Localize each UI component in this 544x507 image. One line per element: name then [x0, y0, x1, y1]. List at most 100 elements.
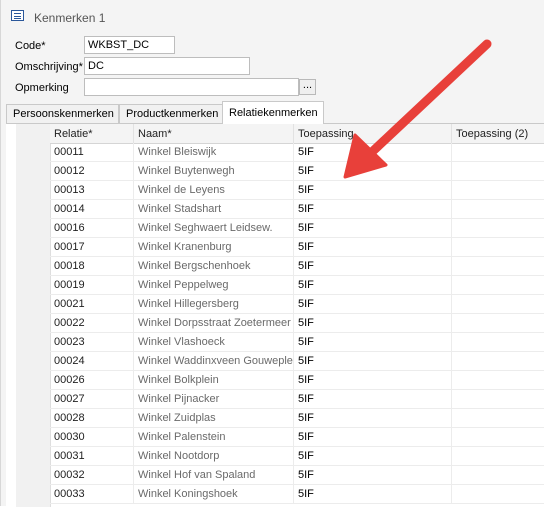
tab-persoonskenmerken[interactable]: Persoonskenmerken — [6, 104, 119, 123]
table-row[interactable]: 00014 Winkel Stadshart 5IF — [50, 200, 544, 219]
table-row[interactable]: 00012 Winkel Buytenwegh 5IF — [50, 162, 544, 181]
table-row[interactable]: 00031 Winkel Nootdorp 5IF — [50, 447, 544, 466]
toepassing-2-cell[interactable] — [452, 333, 544, 351]
toepassing-2-cell[interactable] — [452, 409, 544, 427]
table-row[interactable]: 00019 Winkel Peppelweg 5IF — [50, 276, 544, 295]
relatie-cell[interactable]: 00013 — [50, 181, 134, 199]
relatie-cell[interactable]: 00032 — [50, 466, 134, 484]
table-row[interactable]: 00027 Winkel Pijnacker 5IF — [50, 390, 544, 409]
toepassing-cell[interactable]: 5IF — [294, 276, 452, 294]
naam-cell[interactable]: Winkel Stadshart — [134, 200, 294, 218]
naam-cell[interactable]: Winkel Pijnacker — [134, 390, 294, 408]
toepassing-2-cell[interactable] — [452, 428, 544, 446]
relatie-cell[interactable]: 00019 — [50, 276, 134, 294]
relatie-cell[interactable]: 00018 — [50, 257, 134, 275]
code-field[interactable]: WKBST_DC — [84, 36, 175, 54]
naam-cell[interactable]: Winkel Kranenburg — [134, 238, 294, 256]
table-row[interactable]: 00026 Winkel Bolkplein 5IF — [50, 371, 544, 390]
toepassing-2-cell[interactable] — [452, 181, 544, 199]
naam-cell[interactable]: Winkel Bleiswijk — [134, 143, 294, 161]
naam-cell[interactable]: Winkel Zuidplas — [134, 409, 294, 427]
toepassing-2-cell[interactable] — [452, 447, 544, 465]
relatie-cell[interactable]: 00021 — [50, 295, 134, 313]
toepassing-2-cell[interactable] — [452, 143, 544, 161]
relatie-cell[interactable]: 00030 — [50, 428, 134, 446]
toepassing-2-cell[interactable] — [452, 314, 544, 332]
opmerking-browse-button[interactable]: ... — [299, 79, 316, 95]
column-header-relatie[interactable]: Relatie* — [50, 124, 134, 143]
naam-cell[interactable]: Winkel Peppelweg — [134, 276, 294, 294]
toepassing-cell[interactable]: 5IF — [294, 181, 452, 199]
table-row[interactable]: 00032 Winkel Hof van Spaland 5IF — [50, 466, 544, 485]
table-row[interactable]: 00017 Winkel Kranenburg 5IF — [50, 238, 544, 257]
naam-cell[interactable]: Winkel de Leyens — [134, 181, 294, 199]
naam-cell[interactable]: Winkel Hof van Spaland — [134, 466, 294, 484]
relatie-cell[interactable]: 00022 — [50, 314, 134, 332]
table-row[interactable]: 00023 Winkel Vlashoeck 5IF — [50, 333, 544, 352]
relatie-cell[interactable]: 00023 — [50, 333, 134, 351]
table-row[interactable]: 00021 Winkel Hillegersberg 5IF — [50, 295, 544, 314]
toepassing-2-cell[interactable] — [452, 257, 544, 275]
omschrijving-field[interactable]: DC — [84, 57, 250, 75]
naam-cell[interactable]: Winkel Seghwaert Leidsew. — [134, 219, 294, 237]
column-header-toepassing[interactable]: Toepassing — [294, 124, 452, 143]
toepassing-2-cell[interactable] — [452, 219, 544, 237]
naam-cell[interactable]: Winkel Koningshoek — [134, 485, 294, 503]
relatie-cell[interactable]: 00017 — [50, 238, 134, 256]
toepassing-cell[interactable]: 5IF — [294, 257, 452, 275]
toepassing-cell[interactable]: 5IF — [294, 390, 452, 408]
table-row[interactable]: 00016 Winkel Seghwaert Leidsew. 5IF — [50, 219, 544, 238]
tab-productkenmerken[interactable]: Productkenmerken — [119, 104, 223, 123]
naam-cell[interactable]: Winkel Bolkplein — [134, 371, 294, 389]
relatie-cell[interactable]: 00024 — [50, 352, 134, 370]
naam-cell[interactable]: Winkel Dorpsstraat Zoetermeer — [134, 314, 294, 332]
table-row[interactable]: 00028 Winkel Zuidplas 5IF — [50, 409, 544, 428]
relatie-cell[interactable]: 00012 — [50, 162, 134, 180]
toepassing-cell[interactable]: 5IF — [294, 314, 452, 332]
naam-cell[interactable]: Winkel Waddinxveen Gouweplein — [134, 352, 294, 370]
toepassing-2-cell[interactable] — [452, 162, 544, 180]
naam-cell[interactable]: Winkel Vlashoeck — [134, 333, 294, 351]
toepassing-2-cell[interactable] — [452, 276, 544, 294]
toepassing-cell[interactable]: 5IF — [294, 162, 452, 180]
relatie-cell[interactable]: 00016 — [50, 219, 134, 237]
naam-cell[interactable]: Winkel Bergschenhoek — [134, 257, 294, 275]
toepassing-cell[interactable]: 5IF — [294, 352, 452, 370]
table-row[interactable]: 00030 Winkel Palenstein 5IF — [50, 428, 544, 447]
toepassing-cell[interactable]: 5IF — [294, 200, 452, 218]
naam-cell[interactable]: Winkel Hillegersberg — [134, 295, 294, 313]
toepassing-2-cell[interactable] — [452, 238, 544, 256]
relatie-cell[interactable]: 00014 — [50, 200, 134, 218]
toepassing-cell[interactable]: 5IF — [294, 447, 452, 465]
toepassing-cell[interactable]: 5IF — [294, 466, 452, 484]
table-row[interactable]: 00024 Winkel Waddinxveen Gouweplein 5IF — [50, 352, 544, 371]
toepassing-cell[interactable]: 5IF — [294, 371, 452, 389]
toepassing-2-cell[interactable] — [452, 371, 544, 389]
relatie-cell[interactable]: 00028 — [50, 409, 134, 427]
toepassing-cell[interactable]: 5IF — [294, 143, 452, 161]
relatie-cell[interactable]: 00031 — [50, 447, 134, 465]
toepassing-2-cell[interactable] — [452, 200, 544, 218]
naam-cell[interactable]: Winkel Palenstein — [134, 428, 294, 446]
toepassing-2-cell[interactable] — [452, 485, 544, 503]
toepassing-cell[interactable]: 5IF — [294, 485, 452, 503]
table-row[interactable]: 00013 Winkel de Leyens 5IF — [50, 181, 544, 200]
toepassing-2-cell[interactable] — [452, 352, 544, 370]
naam-cell[interactable]: Winkel Buytenwegh — [134, 162, 294, 180]
toepassing-cell[interactable]: 5IF — [294, 333, 452, 351]
toepassing-cell[interactable]: 5IF — [294, 219, 452, 237]
naam-cell[interactable]: Winkel Nootdorp — [134, 447, 294, 465]
table-row[interactable]: 00018 Winkel Bergschenhoek 5IF — [50, 257, 544, 276]
column-header-toepassing-2[interactable]: Toepassing (2) — [452, 124, 544, 143]
tab-relatiekenmerken[interactable]: Relatiekenmerken — [222, 101, 324, 124]
table-row[interactable]: 00022 Winkel Dorpsstraat Zoetermeer 5IF — [50, 314, 544, 333]
relatie-cell[interactable]: 00026 — [50, 371, 134, 389]
toepassing-2-cell[interactable] — [452, 295, 544, 313]
relatie-cell[interactable]: 00033 — [50, 485, 134, 503]
relatie-cell[interactable]: 00011 — [50, 143, 134, 161]
toepassing-cell[interactable]: 5IF — [294, 238, 452, 256]
toepassing-cell[interactable]: 5IF — [294, 409, 452, 427]
toepassing-2-cell[interactable] — [452, 390, 544, 408]
table-row[interactable]: 00011 Winkel Bleiswijk 5IF — [50, 143, 544, 162]
table-row[interactable]: 00033 Winkel Koningshoek 5IF — [50, 485, 544, 504]
